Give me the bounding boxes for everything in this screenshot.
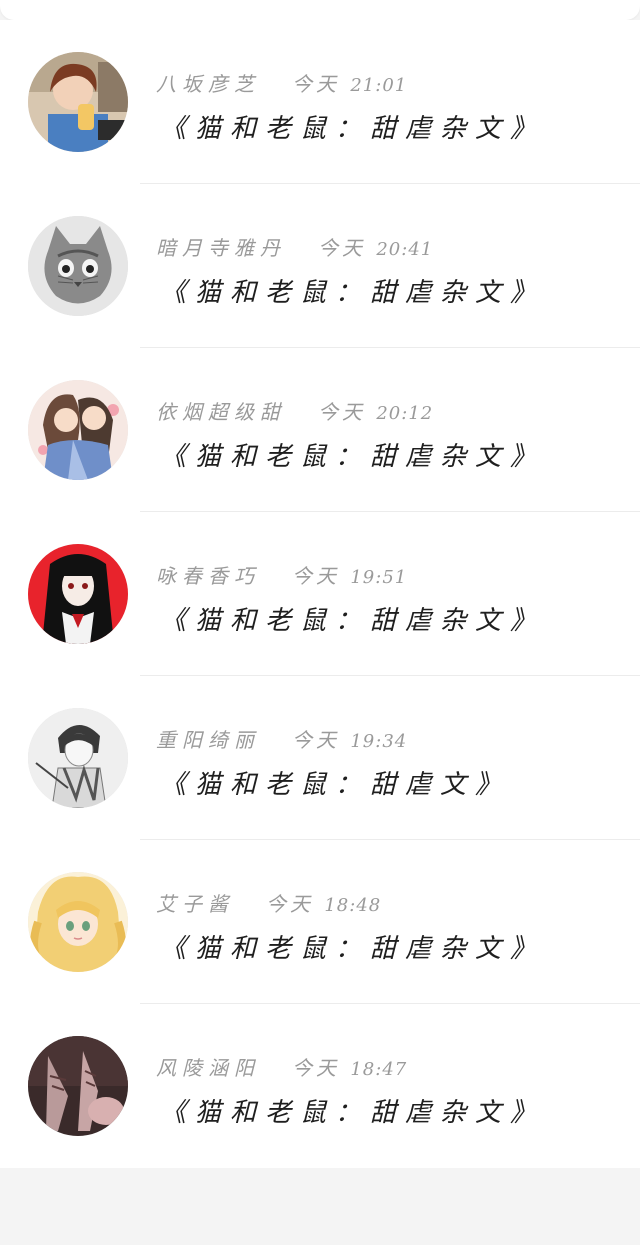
blonde-anime-girl-avatar[interactable] — [28, 872, 128, 972]
message-title[interactable]: 《猫和老鼠：甜虐杂文》 — [160, 1092, 545, 1129]
comment-list-page: 八坂彦芝 今天 21:01 《猫和老鼠：甜虐杂文》 暗月寺雅丹 今天 20:41… — [0, 0, 640, 1245]
anime-couple-avatar[interactable] — [28, 380, 128, 480]
message-meta: 重阳绮丽 今天 19:34 — [156, 722, 407, 754]
timestamp-clock: 19:51 — [350, 566, 408, 588]
author-name[interactable]: 八坂彦芝 — [156, 68, 260, 97]
timestamp-day: 今天 — [292, 563, 340, 588]
girl-photo-avatar[interactable] — [28, 52, 128, 152]
timestamp: 今天 19:34 — [292, 724, 407, 753]
timestamp: 今天 18:48 — [266, 888, 381, 917]
timestamp-day: 今天 — [266, 891, 314, 916]
message-meta: 咏春香巧 今天 19:51 — [156, 558, 407, 590]
list-item[interactable]: 暗月寺雅丹 今天 20:41 《猫和老鼠：甜虐杂文》 — [0, 184, 640, 348]
timestamp-clock: 20:12 — [376, 402, 434, 424]
author-name[interactable]: 依烟超级甜 — [156, 396, 286, 425]
message-meta: 八坂彦芝 今天 21:01 — [156, 66, 407, 98]
list-item[interactable]: 艾子酱 今天 18:48 《猫和老鼠：甜虐杂文》 — [0, 840, 640, 1004]
anime-girl-red-avatar[interactable] — [28, 544, 128, 644]
dark-photo-avatar[interactable] — [28, 1036, 128, 1136]
message-list: 八坂彦芝 今天 21:01 《猫和老鼠：甜虐杂文》 暗月寺雅丹 今天 20:41… — [0, 20, 640, 1168]
anime-boy-sketch-avatar[interactable] — [28, 708, 128, 808]
timestamp-clock: 18:47 — [350, 1058, 408, 1080]
timestamp: 今天 21:01 — [292, 68, 407, 97]
message-meta: 风陵涵阳 今天 18:47 — [156, 1050, 407, 1082]
list-item[interactable]: 咏春香巧 今天 19:51 《猫和老鼠：甜虐杂文》 — [0, 512, 640, 676]
timestamp-day: 今天 — [318, 235, 366, 260]
timestamp: 今天 20:12 — [318, 396, 433, 425]
message-title[interactable]: 《猫和老鼠：甜虐杂文》 — [160, 436, 545, 473]
author-name[interactable]: 艾子酱 — [156, 888, 234, 917]
previous-card-edge — [0, 0, 640, 20]
timestamp-day: 今天 — [318, 399, 366, 424]
timestamp-day: 今天 — [292, 71, 340, 96]
list-item[interactable]: 风陵涵阳 今天 18:47 《猫和老鼠：甜虐杂文》 — [0, 1004, 640, 1168]
message-title[interactable]: 《猫和老鼠：甜虐杂文》 — [160, 272, 545, 309]
author-name[interactable]: 暗月寺雅丹 — [156, 232, 286, 261]
bottom-empty-area — [0, 1168, 640, 1245]
timestamp-day: 今天 — [292, 1055, 340, 1080]
timestamp: 今天 19:51 — [292, 560, 407, 589]
message-meta: 暗月寺雅丹 今天 20:41 — [156, 230, 433, 262]
timestamp-clock: 20:41 — [376, 238, 434, 260]
timestamp-clock: 21:01 — [350, 74, 408, 96]
timestamp-day: 今天 — [292, 727, 340, 752]
kitten-sketch-avatar[interactable] — [28, 216, 128, 316]
message-title[interactable]: 《猫和老鼠：甜虐文》 — [160, 764, 510, 801]
message-title[interactable]: 《猫和老鼠：甜虐杂文》 — [160, 600, 545, 637]
author-name[interactable]: 风陵涵阳 — [156, 1052, 260, 1081]
timestamp-clock: 18:48 — [324, 894, 382, 916]
list-item[interactable]: 重阳绮丽 今天 19:34 《猫和老鼠：甜虐文》 — [0, 676, 640, 840]
message-meta: 艾子酱 今天 18:48 — [156, 886, 381, 918]
message-title[interactable]: 《猫和老鼠：甜虐杂文》 — [160, 928, 545, 965]
author-name[interactable]: 重阳绮丽 — [156, 724, 260, 753]
list-item[interactable]: 依烟超级甜 今天 20:12 《猫和老鼠：甜虐杂文》 — [0, 348, 640, 512]
message-title[interactable]: 《猫和老鼠：甜虐杂文》 — [160, 108, 545, 145]
timestamp-clock: 19:34 — [350, 730, 408, 752]
message-meta: 依烟超级甜 今天 20:12 — [156, 394, 433, 426]
list-item[interactable]: 八坂彦芝 今天 21:01 《猫和老鼠：甜虐杂文》 — [0, 20, 640, 184]
timestamp: 今天 20:41 — [318, 232, 433, 261]
author-name[interactable]: 咏春香巧 — [156, 560, 260, 589]
timestamp: 今天 18:47 — [292, 1052, 407, 1081]
